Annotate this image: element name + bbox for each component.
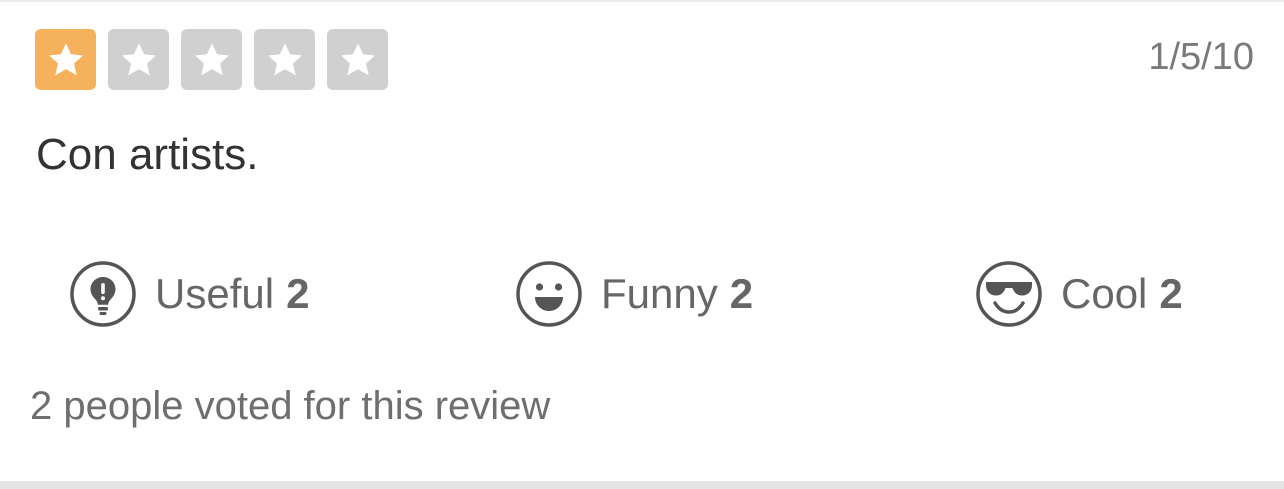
star-4 — [254, 29, 315, 90]
funny-label: Funny — [601, 270, 718, 317]
star-rating — [35, 29, 388, 90]
review-text: Con artists. — [36, 130, 259, 179]
star-icon — [267, 42, 302, 75]
useful-button[interactable]: Useful 2 — [69, 260, 309, 328]
vote-summary: 2 people voted for this review — [30, 384, 551, 428]
cool-button[interactable]: Cool 2 — [975, 260, 1183, 328]
star-icon — [194, 42, 229, 75]
bottom-divider — [0, 481, 1284, 489]
star-icon — [48, 42, 83, 75]
review-date: 1/5/10 — [1148, 36, 1254, 78]
star-2 — [108, 29, 169, 90]
sunglasses-icon — [976, 261, 1042, 327]
star-5 — [327, 29, 388, 90]
star-icon — [121, 42, 156, 75]
useful-count: 2 — [286, 270, 310, 317]
funny-count: 2 — [729, 270, 754, 317]
top-divider — [0, 0, 1284, 2]
cool-label: Cool — [1061, 270, 1148, 317]
smiley-icon — [516, 261, 582, 327]
cool-count: 2 — [1159, 270, 1183, 317]
useful-label: Useful — [155, 270, 275, 317]
star-1 — [35, 29, 96, 90]
lightbulb-icon — [70, 261, 136, 327]
star-3 — [181, 29, 242, 90]
star-icon — [340, 42, 375, 75]
funny-button[interactable]: Funny 2 — [515, 260, 753, 328]
